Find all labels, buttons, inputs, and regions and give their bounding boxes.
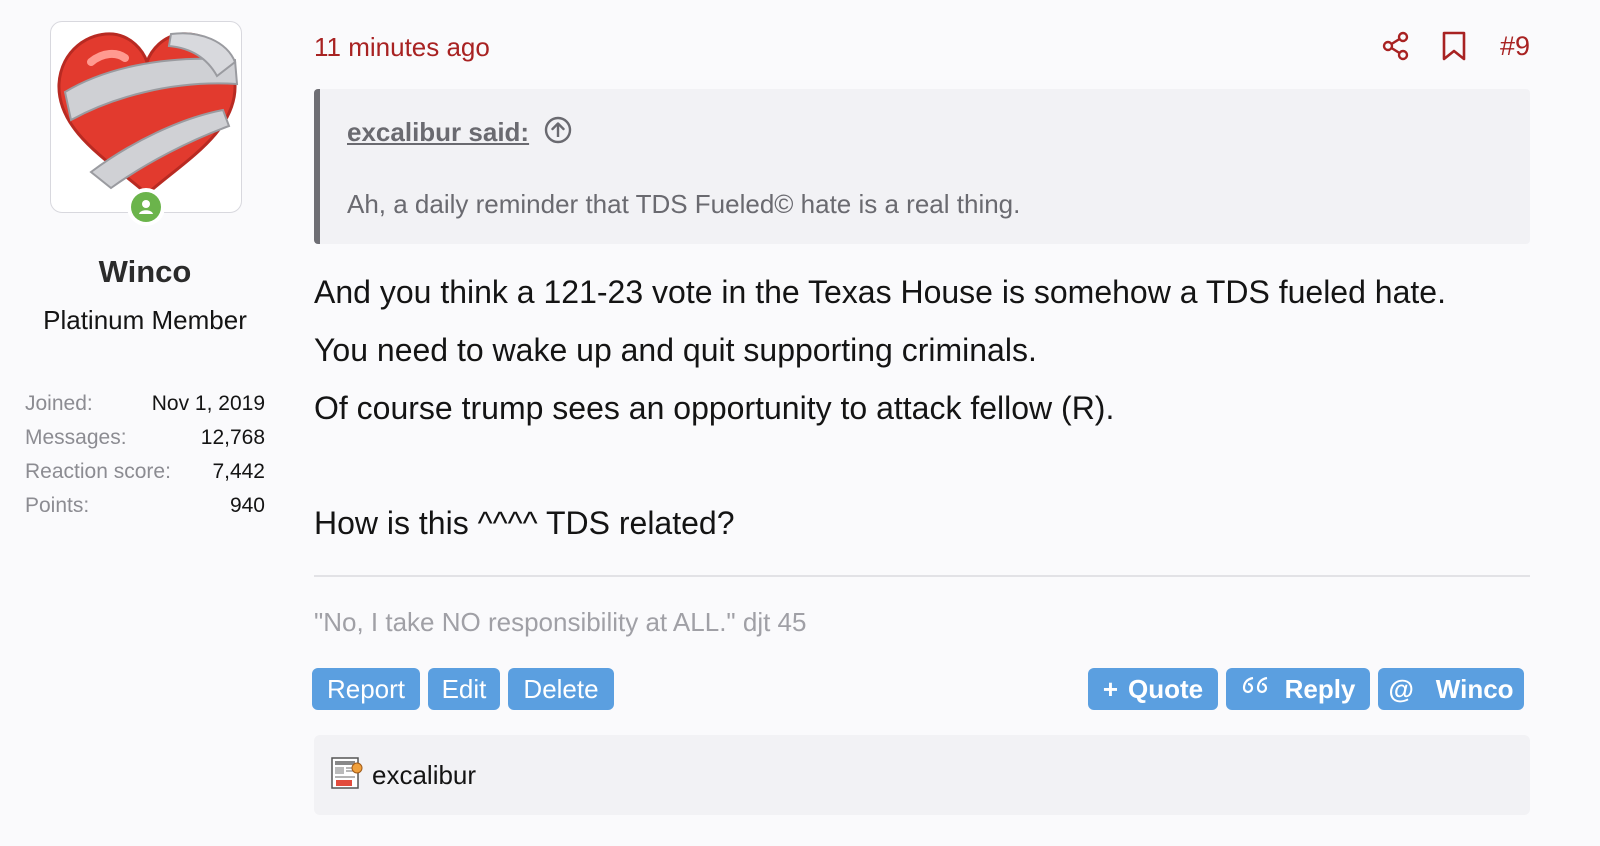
stat-points: Points: 940 xyxy=(25,494,265,528)
share-icon[interactable] xyxy=(1378,28,1414,64)
quote-block: excalibur said: Ah, a daily reminder tha… xyxy=(314,89,1530,244)
avatar[interactable] xyxy=(50,21,242,226)
message-line: Of course trump sees an opportunity to a… xyxy=(314,390,1115,426)
post-number[interactable]: #9 xyxy=(1500,31,1530,62)
message-spacer xyxy=(314,446,1530,503)
delete-button[interactable]: Delete xyxy=(508,668,614,710)
message-line: And you think a 121-23 vote in the Texas… xyxy=(314,274,1446,310)
message-line: You need to wake up and quit supporting … xyxy=(314,332,1037,368)
at-icon: @ xyxy=(1388,673,1414,704)
quote-text: Ah, a daily reminder that TDS Fueled© ha… xyxy=(347,189,1021,219)
stat-label: Reaction score: xyxy=(25,460,171,483)
quote-header: excalibur said: xyxy=(347,115,573,150)
quote-button-label: Quote xyxy=(1128,673,1204,704)
stat-label: Points: xyxy=(25,494,90,517)
quote-author-link[interactable]: excalibur said: xyxy=(347,117,529,148)
arrow-up-circle-icon[interactable] xyxy=(543,115,573,150)
user-title: Platinum Member xyxy=(43,305,247,335)
quote-button[interactable]: + Quote xyxy=(1088,668,1218,710)
user-info: Winco Platinum Member Joined: Nov 1, 201… xyxy=(0,0,290,846)
stat-joined: Joined: Nov 1, 2019 xyxy=(25,392,265,426)
reply-button[interactable]: Reply xyxy=(1226,668,1370,710)
edit-button[interactable]: Edit xyxy=(428,668,500,710)
post-timestamp[interactable]: 11 minutes ago xyxy=(314,32,490,63)
stat-label: Joined: xyxy=(25,392,93,415)
stat-value: 940 xyxy=(229,494,265,517)
message-line: How is this ^^^^ TDS related? xyxy=(314,505,735,541)
stat-value: 12,768 xyxy=(200,426,265,449)
post-header-actions: #9 xyxy=(1378,28,1530,64)
reply-button-label: Reply xyxy=(1284,673,1356,704)
user-signature: "No, I take NO responsibility at ALL." d… xyxy=(314,607,807,637)
reaction-user-link[interactable]: excalibur xyxy=(372,760,476,791)
stat-label: Messages: xyxy=(25,426,127,449)
mention-button-label: Winco xyxy=(1435,673,1514,704)
plus-icon: + xyxy=(1102,673,1119,704)
quote-marks-icon xyxy=(1241,674,1271,705)
user-stats: Joined: Nov 1, 2019 Messages: 12,768 Rea… xyxy=(25,392,265,528)
post: 11 minutes ago #9 excalibur said: Ah, a … xyxy=(312,0,1530,846)
username[interactable]: Winco xyxy=(0,254,290,290)
online-status xyxy=(127,188,165,226)
fake-news-reaction-icon[interactable] xyxy=(330,756,364,795)
bookmark-icon[interactable] xyxy=(1436,28,1472,64)
stat-messages: Messages: 12,768 xyxy=(25,426,265,460)
stat-value: 7,442 xyxy=(212,460,265,483)
mention-button[interactable]: @ Winco xyxy=(1378,668,1524,710)
heart-bandage-avatar-icon xyxy=(57,32,239,197)
report-button[interactable]: Report xyxy=(312,668,420,710)
signature-divider xyxy=(314,575,1530,577)
stat-reaction-score: Reaction score: 7,442 xyxy=(25,460,265,494)
reactions-bar[interactable]: excalibur xyxy=(314,735,1530,815)
post-message: And you think a 121-23 vote in the Texas… xyxy=(314,272,1530,561)
stat-value: Nov 1, 2019 xyxy=(151,392,265,415)
user-online-icon xyxy=(131,192,161,222)
